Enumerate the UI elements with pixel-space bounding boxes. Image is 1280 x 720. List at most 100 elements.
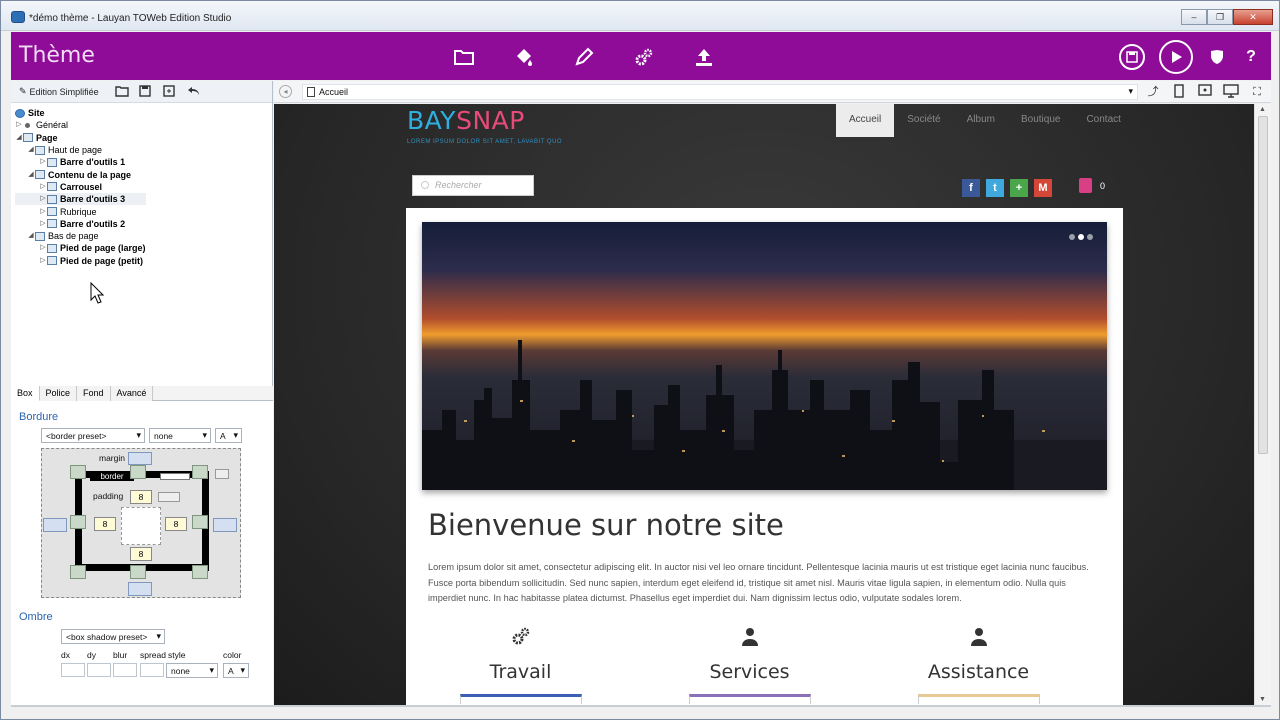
gears-icon[interactable] [631, 44, 657, 70]
margin-bottom-field[interactable] [128, 582, 152, 596]
open-folder-icon[interactable] [115, 84, 131, 100]
google-plus-icon[interactable]: + [1010, 179, 1028, 197]
page-select[interactable]: Accueil [302, 84, 1138, 100]
tree-item-contenu[interactable]: ◢ Contenu de la page [15, 168, 146, 180]
nav-boutique[interactable]: Boutique [1008, 104, 1073, 137]
margin-left-field[interactable] [43, 518, 67, 532]
expand-arrow-icon[interactable]: ▷ [39, 193, 47, 205]
shadow-blur-input[interactable] [113, 663, 137, 677]
fullscreen-icon[interactable]: ⛶ [1249, 84, 1265, 100]
carousel-image[interactable] [422, 222, 1107, 490]
margin-right-field[interactable] [213, 518, 237, 532]
corner-handle[interactable] [70, 465, 86, 479]
padding-top-field[interactable]: 8 [130, 490, 152, 504]
tab-avance[interactable]: Avancé [110, 386, 154, 401]
gmail-icon[interactable]: M [1034, 179, 1052, 197]
paint-bucket-icon[interactable] [511, 44, 537, 88]
collapse-arrow-icon[interactable]: ◢ [27, 230, 35, 242]
tree-item-barre-outils-2[interactable]: ▷ Barre d'outils 2 [15, 218, 146, 230]
phone-view-icon[interactable] [1171, 84, 1187, 100]
corner-handle[interactable] [192, 465, 208, 479]
shield-icon[interactable] [1207, 47, 1227, 67]
expand-arrow-icon[interactable]: ▷ [39, 206, 47, 218]
border-right-handle[interactable] [192, 515, 208, 529]
back-icon[interactable]: ◂ [279, 85, 292, 98]
scroll-down-icon[interactable]: ▼ [1259, 696, 1266, 703]
edit-mode-button[interactable]: ✎ Edition Simplifiée [19, 86, 99, 97]
nav-societe[interactable]: Société [894, 104, 953, 137]
desktop-view-icon[interactable] [1223, 84, 1239, 100]
tree-item-bas-de-page[interactable]: ◢ Bas de page [15, 230, 146, 242]
tree-item-rubrique[interactable]: ▷ Rubrique [15, 205, 146, 217]
facebook-icon[interactable]: f [962, 179, 980, 197]
shadow-style-select[interactable]: none [166, 663, 218, 678]
scrollbar-thumb[interactable] [1258, 116, 1268, 454]
border-top-handle[interactable] [130, 465, 146, 479]
shadow-dx-input[interactable] [61, 663, 85, 677]
carousel-dot[interactable] [1087, 234, 1093, 240]
expand-arrow-icon[interactable]: ▷ [39, 242, 47, 254]
expand-arrow-icon[interactable]: ▷ [39, 255, 47, 267]
collapse-arrow-icon[interactable]: ◢ [27, 169, 35, 181]
collapse-arrow-icon[interactable]: ◢ [15, 132, 23, 144]
expand-arrow-icon[interactable]: ▷ [39, 181, 47, 193]
nav-album[interactable]: Album [954, 104, 1008, 137]
expand-arrow-icon[interactable]: ▷ [15, 119, 23, 131]
carousel-dot[interactable] [1069, 234, 1075, 240]
tree-item-page[interactable]: ◢ Page [15, 132, 146, 144]
shadow-color-select[interactable]: A [223, 663, 249, 678]
close-button[interactable]: ✕ [1233, 9, 1273, 25]
scroll-up-icon[interactable]: ▲ [1259, 106, 1266, 113]
upload-icon[interactable] [691, 44, 717, 70]
shadow-spread-input[interactable] [140, 663, 164, 677]
corner-handle[interactable] [192, 565, 208, 579]
padding-right-field[interactable]: 8 [165, 517, 187, 531]
export-icon[interactable] [163, 84, 179, 100]
expand-arrow-icon[interactable]: ▷ [39, 156, 47, 168]
padding-bottom-field[interactable]: 8 [130, 547, 152, 561]
twitter-icon[interactable]: t [986, 179, 1004, 197]
expand-arrow-icon[interactable]: ▷ [39, 218, 47, 230]
save-icon[interactable] [1119, 44, 1145, 70]
tree-item-general[interactable]: ▷ Général [15, 119, 146, 131]
site-search-input[interactable]: Rechercher [412, 175, 534, 196]
padding-left-field[interactable]: 8 [94, 517, 116, 531]
nav-contact[interactable]: Contact [1073, 104, 1133, 137]
border-slider[interactable] [160, 473, 190, 480]
folder-icon[interactable] [451, 44, 477, 70]
tree-item-haut-de-page[interactable]: ◢ Haut de page [15, 144, 146, 156]
carousel-dot[interactable] [1078, 234, 1084, 240]
help-icon[interactable]: ? [1241, 48, 1261, 66]
tree-item-pied-large[interactable]: ▷ Pied de page (large) [15, 242, 145, 254]
preview-scrollbar[interactable]: ▲ ▼ [1254, 104, 1271, 705]
save-icon[interactable] [139, 84, 155, 100]
tree-item-pied-petit[interactable]: ▷ Pied de page (petit) [15, 255, 146, 267]
maximize-button[interactable]: ❐ [1207, 9, 1233, 25]
tree-item-site[interactable]: Site [15, 107, 146, 119]
border-color-select[interactable]: A [215, 428, 242, 443]
pencil-icon[interactable] [571, 44, 597, 70]
tree-item-barre-outils-3[interactable]: ▷ Barre d'outils 3 [15, 193, 146, 206]
margin-slider[interactable] [215, 469, 229, 479]
corner-handle[interactable] [70, 565, 86, 579]
padding-slider[interactable] [158, 492, 180, 502]
nav-accueil[interactable]: Accueil [836, 104, 895, 137]
cart[interactable]: 0 [1079, 178, 1105, 193]
border-preset-select[interactable]: <border preset> [41, 428, 145, 443]
site-logo[interactable]: BAYSNAP [407, 106, 525, 135]
tab-police[interactable]: Police [39, 386, 78, 401]
shadow-preset-select[interactable]: <box shadow preset> [61, 629, 165, 644]
border-left-handle[interactable] [70, 515, 86, 529]
play-icon[interactable] [1159, 40, 1193, 74]
minimize-button[interactable]: – [1181, 9, 1207, 25]
shadow-dy-input[interactable] [87, 663, 111, 677]
tablet-view-icon[interactable] [1197, 84, 1213, 100]
tree-item-carrousel[interactable]: ▷ Carrousel [15, 181, 146, 193]
tree-item-barre-outils-1[interactable]: ▷ Barre d'outils 1 [15, 156, 146, 168]
tab-box[interactable]: Box [11, 386, 40, 401]
border-bottom-handle[interactable] [130, 565, 146, 579]
margin-top-field[interactable] [128, 452, 152, 465]
collapse-arrow-icon[interactable]: ◢ [27, 144, 35, 156]
tab-fond[interactable]: Fond [77, 386, 111, 401]
border-style-select[interactable]: none [149, 428, 211, 443]
